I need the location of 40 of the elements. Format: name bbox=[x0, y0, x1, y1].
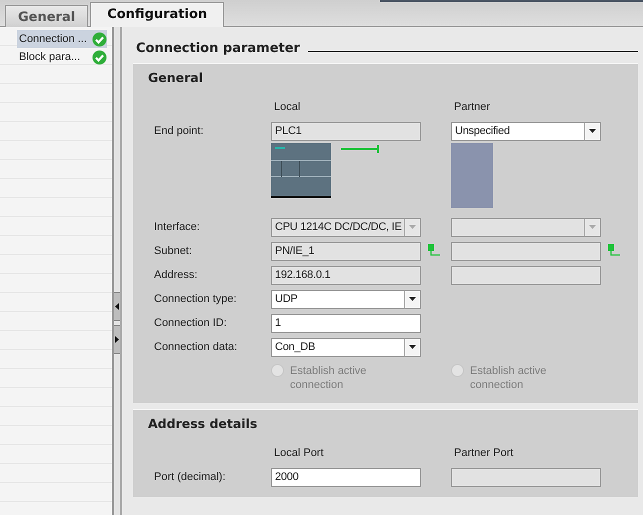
dropdown[interactable]: Unspecified bbox=[451, 122, 601, 140]
field-label: Subnet: bbox=[154, 245, 193, 257]
check-icon bbox=[92, 50, 107, 64]
caret-icon bbox=[589, 129, 596, 133]
nav-item[interactable]: Connection ... bbox=[17, 30, 107, 48]
expand-button[interactable] bbox=[114, 325, 120, 354]
section-heading: Connection parameter bbox=[136, 40, 300, 56]
left-arrow-icon bbox=[115, 303, 119, 310]
partner-device-placeholder bbox=[451, 143, 493, 208]
panel-title: Address details bbox=[148, 416, 258, 431]
caret-icon bbox=[589, 225, 596, 229]
column-header: Local Port bbox=[273, 447, 324, 459]
column-header: Local bbox=[273, 101, 300, 113]
network-icon bbox=[428, 244, 440, 256]
field-label: Connection data: bbox=[154, 341, 238, 353]
column-header: Partner bbox=[453, 101, 490, 113]
tab[interactable]: General bbox=[5, 5, 88, 27]
field-label: Address: bbox=[154, 269, 198, 281]
dropdown[interactable]: UDP bbox=[271, 290, 421, 308]
field-label: Interface: bbox=[154, 221, 201, 233]
caret-icon bbox=[409, 225, 416, 229]
collapse-button[interactable] bbox=[114, 292, 120, 321]
field-label: Connection ID: bbox=[154, 317, 228, 329]
input-field[interactable]: 1 bbox=[271, 314, 421, 332]
dropdown[interactable]: Con_DB bbox=[271, 338, 421, 356]
check-icon bbox=[92, 32, 107, 46]
right-arrow-icon bbox=[115, 336, 119, 343]
connection-line bbox=[341, 143, 379, 155]
caret-icon bbox=[409, 297, 416, 301]
column-header: Partner Port bbox=[453, 447, 514, 459]
nav-item[interactable]: Block para... bbox=[17, 48, 107, 66]
network-icon bbox=[608, 244, 620, 256]
panel-title: General bbox=[148, 70, 203, 85]
field-label: Connection type: bbox=[154, 293, 238, 305]
tab[interactable]: Configuration bbox=[90, 2, 224, 27]
plc-device-drawing bbox=[271, 143, 331, 198]
caret-icon bbox=[409, 345, 416, 349]
field-label: End point: bbox=[154, 125, 205, 137]
input-field[interactable]: 2000 bbox=[271, 468, 421, 486]
field-label: Port (decimal): bbox=[154, 471, 227, 483]
